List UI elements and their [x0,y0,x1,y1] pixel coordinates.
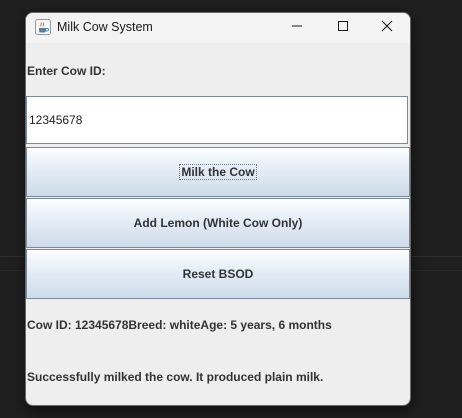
maximize-icon [337,19,349,37]
java-cup-icon [35,19,51,35]
reset-bsod-button-label: Reset BSOD [182,267,254,281]
maximize-button[interactable] [320,13,366,43]
milk-cow-button-label: Milk the Cow [179,164,257,180]
close-button[interactable] [364,13,410,43]
app-window: Milk Cow System Enter Cow ID: Milk the C… [25,12,411,406]
close-icon [381,19,393,37]
add-lemon-button-label: Add Lemon (White Cow Only) [133,216,303,230]
window-title: Milk Cow System [57,20,153,34]
minimize-icon [291,19,303,37]
minimize-button[interactable] [274,13,320,43]
milk-cow-button[interactable]: Milk the Cow [26,147,410,197]
status-message: Successfully milked the cow. It produced… [27,370,324,384]
cow-id-input[interactable] [26,96,408,144]
add-lemon-button[interactable]: Add Lemon (White Cow Only) [26,198,410,248]
cow-id-label: Enter Cow ID: [27,64,106,78]
reset-bsod-button[interactable]: Reset BSOD [26,249,410,299]
cow-info-text: Cow ID: 12345678Breed: whiteAge: 5 years… [27,318,332,332]
title-bar[interactable]: Milk Cow System [26,13,410,43]
